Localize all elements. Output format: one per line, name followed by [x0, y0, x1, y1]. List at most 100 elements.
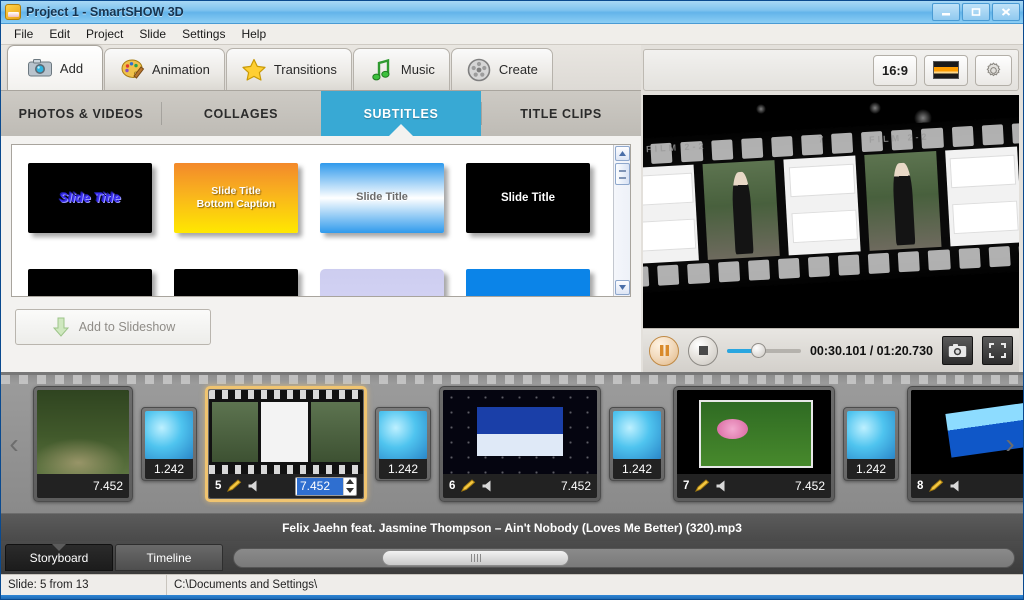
storyboard-next-icon[interactable]: › — [999, 414, 1021, 474]
scroll-down-icon[interactable] — [615, 280, 630, 295]
primary-tab-bar: Add Animation Transitions Music Create — [1, 45, 641, 90]
speaker-icon[interactable] — [949, 479, 964, 493]
music-track-bar[interactable]: Felix Jaehn feat. Jasmine Thompson – Ain… — [1, 513, 1023, 541]
slide-meta: 8 7.452 — [911, 474, 1023, 498]
preview-settings-button[interactable] — [975, 54, 1012, 86]
template-card[interactable]: Slide Title — [28, 163, 152, 233]
pause-button[interactable] — [649, 335, 679, 366]
template-card[interactable] — [28, 269, 152, 296]
seek-slider[interactable] — [727, 336, 801, 366]
tab-transitions-label: Transitions — [273, 62, 337, 77]
fullscreen-button[interactable] — [982, 336, 1013, 365]
slide-item[interactable]: 7 7.452 — [673, 386, 835, 502]
video-preview[interactable]: FILM 2-2 FILM 2-2 7 — [643, 95, 1019, 328]
add-button-row: Add to Slideshow — [11, 297, 631, 345]
main-content: Add Animation Transitions Music Create P… — [1, 45, 1023, 372]
left-panel: Add Animation Transitions Music Create P… — [1, 45, 641, 372]
speaker-icon[interactable] — [715, 479, 730, 493]
view-mode-bar: Storyboard Timeline — [1, 541, 1023, 574]
tab-add[interactable]: Add — [7, 45, 103, 90]
storyboard-prev-icon[interactable]: ‹ — [3, 414, 25, 474]
subtab-subtitles[interactable]: SUBTITLES — [321, 91, 481, 136]
down-arrow-icon — [52, 317, 69, 337]
tab-timeline[interactable]: Timeline — [115, 544, 223, 571]
subtab-title-clips[interactable]: TITLE CLIPS — [481, 91, 641, 136]
template-card[interactable]: Slide Title — [320, 163, 444, 233]
template-row-2 — [28, 269, 603, 296]
template-panel: Slide Title Slide Title Bottom Caption Sl… — [1, 136, 641, 372]
edit-pencil-icon[interactable] — [460, 479, 476, 493]
tab-create[interactable]: Create — [450, 48, 553, 90]
transition-duration: 1.242 — [613, 459, 661, 479]
storyboard-strip[interactable]: ‹ 7.452 1.242 5 7.452 1.242 6 7.452 1.24… — [1, 372, 1023, 513]
edit-pencil-icon[interactable] — [928, 479, 944, 493]
slide-thumbnail — [37, 390, 129, 474]
gallery-scrollbar[interactable] — [613, 145, 630, 296]
template-label: Slide Title — [356, 191, 408, 204]
subtitle-template-gallery: Slide Title Slide Title Bottom Caption Sl… — [11, 144, 631, 297]
template-card[interactable] — [174, 269, 298, 296]
transition-duration: 1.242 — [847, 459, 895, 479]
music-note-icon — [372, 58, 390, 80]
slide-duration-stepper[interactable] — [295, 476, 357, 496]
speaker-icon[interactable] — [247, 479, 262, 493]
menu-project[interactable]: Project — [79, 25, 130, 43]
transition-item[interactable]: 1.242 — [609, 407, 665, 481]
tab-music-label: Music — [400, 62, 435, 77]
storyboard-horizontal-scrollbar[interactable] — [233, 547, 1015, 568]
subtab-collages[interactable]: COLLAGES — [161, 91, 321, 136]
slide-item[interactable]: 7.452 — [33, 386, 133, 502]
wallpaper-icon — [933, 61, 959, 79]
status-path: C:\Documents and Settings\ — [174, 579, 318, 591]
menu-help[interactable]: Help — [234, 25, 273, 43]
slide-item-selected[interactable]: 5 — [205, 386, 367, 502]
tab-animation[interactable]: Animation — [104, 48, 225, 90]
tab-music[interactable]: Music — [352, 48, 450, 90]
stepper-arrows[interactable] — [343, 477, 356, 495]
menu-edit[interactable]: Edit — [42, 25, 77, 43]
scrollbar-thumb[interactable] — [615, 163, 630, 185]
speaker-icon[interactable] — [481, 479, 496, 493]
template-card[interactable] — [466, 269, 590, 296]
transition-thumbnail — [145, 411, 193, 459]
pause-icon — [659, 345, 669, 356]
template-card[interactable]: Slide Title — [466, 163, 590, 233]
camera-icon — [27, 59, 52, 77]
wallpaper-button[interactable] — [924, 54, 968, 86]
template-row-1: Slide Title Slide Title Bottom Caption Sl… — [28, 163, 603, 233]
scrollbar-thumb[interactable] — [382, 549, 570, 566]
stop-button[interactable] — [688, 335, 718, 366]
menu-settings[interactable]: Settings — [175, 25, 232, 43]
tab-storyboard[interactable]: Storyboard — [5, 544, 113, 571]
seek-knob[interactable] — [751, 343, 767, 358]
slide-duration-input[interactable] — [297, 477, 343, 495]
star-icon — [242, 58, 266, 81]
scroll-up-icon[interactable] — [615, 146, 630, 161]
slide-number: 7 — [683, 480, 690, 492]
template-grid: Slide Title Slide Title Bottom Caption Sl… — [12, 145, 613, 296]
slide-number: 5 — [215, 480, 222, 492]
template-card[interactable]: Slide Title Bottom Caption — [174, 163, 298, 233]
transition-item[interactable]: 1.242 — [141, 407, 197, 481]
slide-item[interactable]: 6 7.452 — [439, 386, 601, 502]
close-button[interactable] — [992, 3, 1020, 21]
restore-button[interactable] — [962, 3, 990, 21]
tab-transitions[interactable]: Transitions — [225, 48, 352, 90]
add-to-slideshow-button[interactable]: Add to Slideshow — [15, 309, 211, 345]
snapshot-button[interactable] — [942, 336, 973, 365]
template-card[interactable] — [320, 269, 444, 296]
transition-item[interactable]: 1.242 — [375, 407, 431, 481]
stop-icon — [698, 346, 708, 355]
transition-duration: 1.242 — [145, 459, 193, 479]
edit-pencil-icon[interactable] — [226, 479, 242, 493]
edit-pencil-icon[interactable] — [694, 479, 710, 493]
transition-item[interactable]: 1.242 — [843, 407, 899, 481]
minimize-button[interactable] — [932, 3, 960, 21]
menu-file[interactable]: File — [7, 25, 40, 43]
aspect-ratio-button[interactable]: 16:9 — [872, 54, 917, 86]
timecode-label: 00:30.101 / 01:20.730 — [809, 343, 933, 358]
preview-panel: 16:9 FILM 2-2 FILM 2-2 7 00:30.101 / 01:… — [641, 45, 1023, 372]
subtab-photos-videos[interactable]: PHOTOS & VIDEOS — [1, 91, 161, 136]
palette-icon — [121, 58, 145, 79]
menu-slide[interactable]: Slide — [132, 25, 173, 43]
